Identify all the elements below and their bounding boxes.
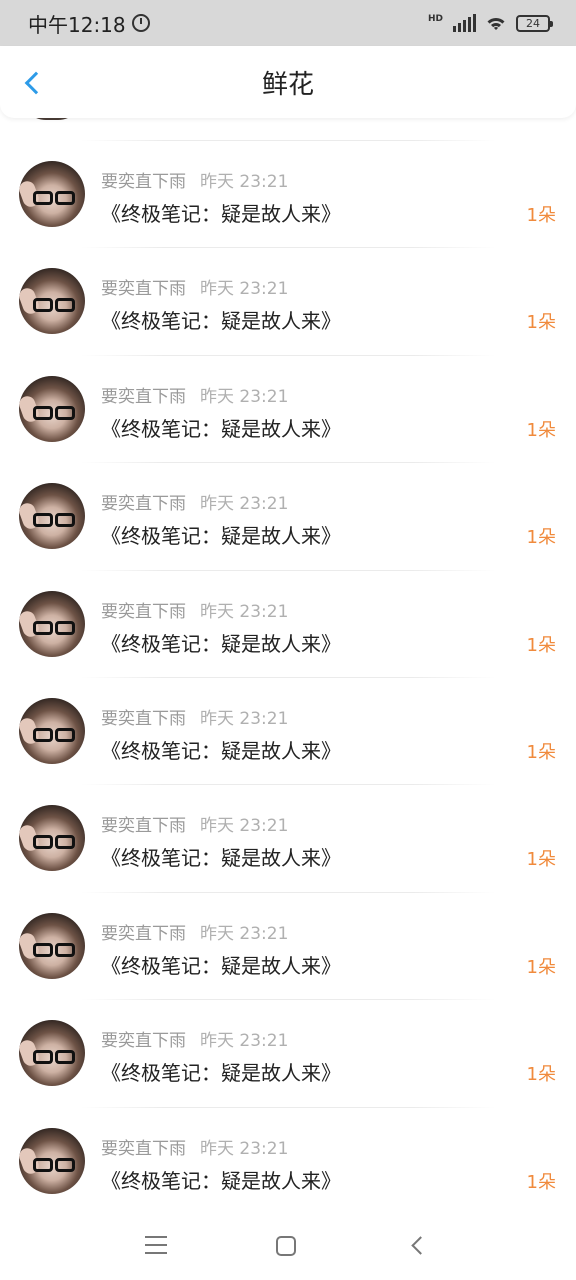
list-item[interactable]: 要奕直下雨 昨天 23:21 《终极笔记：疑是故人来》 1朵 bbox=[0, 999, 576, 1106]
flower-record-list: 要奕直下雨 昨天 23:21 《终极笔记：疑是故人来》 1朵 要奕直下雨 昨天 23… bbox=[0, 140, 576, 1214]
flower-count: 1朵 bbox=[526, 527, 556, 549]
timestamp: 昨天 23:21 bbox=[200, 494, 289, 515]
alarm-icon bbox=[131, 14, 150, 32]
user-name[interactable]: 要奕直下雨 bbox=[101, 494, 186, 514]
avatar[interactable] bbox=[19, 483, 85, 550]
list-item[interactable]: 要奕直下雨 昨天 23:21 《终极笔记：疑是故人来》 1朵 bbox=[0, 1106, 576, 1214]
timestamp: 昨天 23:21 bbox=[200, 1138, 289, 1159]
avatar[interactable] bbox=[19, 268, 85, 335]
book-title: 《终极笔记：疑是故人来》 bbox=[101, 202, 341, 226]
item-meta: 要奕直下雨 昨天 23:21 bbox=[101, 382, 288, 407]
network-type: HD bbox=[427, 14, 443, 24]
system-nav-bar bbox=[0, 1212, 576, 1280]
divider bbox=[80, 999, 496, 1001]
page-title: 鲜花 bbox=[261, 69, 314, 100]
timestamp: 昨天 23:21 bbox=[200, 708, 289, 729]
list-item[interactable]: 要奕直下雨 昨天 23:21 《终极笔记：疑是故人来》 1朵 bbox=[0, 140, 576, 247]
user-name[interactable]: 要奕直下雨 bbox=[101, 602, 186, 622]
item-meta: 要奕直下雨 昨天 23:21 bbox=[101, 1134, 288, 1159]
avatar[interactable] bbox=[19, 161, 85, 227]
book-title: 《终极笔记：疑是故人来》 bbox=[101, 1061, 341, 1086]
user-name[interactable]: 要奕直下雨 bbox=[101, 709, 186, 729]
list-item[interactable]: 要奕直下雨 昨天 23:21 《终极笔记：疑是故人来》 1朵 bbox=[0, 569, 576, 677]
timestamp: 昨天 23:21 bbox=[200, 816, 289, 837]
timestamp: 昨天 23:21 bbox=[200, 279, 289, 300]
avatar[interactable] bbox=[19, 590, 85, 657]
item-meta: 要奕直下雨 昨天 23:21 bbox=[101, 1026, 288, 1051]
avatar[interactable] bbox=[19, 1127, 85, 1194]
back-button[interactable] bbox=[18, 66, 48, 100]
divider bbox=[80, 140, 496, 141]
divider bbox=[80, 247, 496, 249]
book-title: 《终极笔记：疑是故人来》 bbox=[101, 1168, 341, 1193]
divider bbox=[80, 891, 496, 893]
list-item[interactable]: 要奕直下雨 昨天 23:21 《终极笔记：疑是故人来》 1朵 bbox=[0, 462, 576, 569]
list-item[interactable]: 要奕直下雨 昨天 23:21 《终极笔记：疑是故人来》 1朵 bbox=[0, 784, 576, 891]
user-name[interactable]: 要奕直下雨 bbox=[101, 387, 186, 407]
item-meta: 要奕直下雨 昨天 23:21 bbox=[101, 704, 288, 729]
flower-count: 1朵 bbox=[526, 205, 556, 226]
divider bbox=[80, 569, 496, 571]
user-name[interactable]: 要奕直下雨 bbox=[101, 1031, 186, 1051]
list-item[interactable]: 要奕直下雨 昨天 23:21 《终极笔记：疑是故人来》 1朵 bbox=[0, 891, 576, 999]
item-meta: 要奕直下雨 昨天 23:21 bbox=[101, 811, 288, 836]
flower-count: 1朵 bbox=[526, 419, 556, 441]
user-name[interactable]: 要奕直下雨 bbox=[101, 816, 186, 836]
list-item[interactable]: 要奕直下雨 昨天 23:21 《终极笔记：疑是故人来》 1朵 bbox=[0, 354, 576, 462]
menu-icon[interactable] bbox=[145, 1236, 167, 1254]
book-title: 《终极笔记：疑是故人来》 bbox=[101, 309, 341, 334]
timestamp: 昨天 23:21 bbox=[200, 923, 289, 944]
item-meta: 要奕直下雨 昨天 23:21 bbox=[101, 489, 288, 514]
status-icons: HD 24 bbox=[427, 14, 553, 32]
book-title: 《终极笔记：疑是故人来》 bbox=[101, 953, 341, 978]
status-bar: 中午12:18 HD 24 bbox=[0, 0, 576, 46]
list-item[interactable]: 要奕直下雨 昨天 23:21 《终极笔记：疑是故人来》 1朵 bbox=[0, 676, 576, 784]
item-meta: 要奕直下雨 昨天 23:21 bbox=[101, 274, 288, 299]
battery-icon: 24 bbox=[516, 14, 553, 32]
timestamp: 昨天 23:21 bbox=[200, 172, 289, 192]
status-time: 中午12:18 bbox=[28, 12, 126, 37]
back-icon[interactable] bbox=[411, 1236, 430, 1255]
flower-count: 1朵 bbox=[526, 849, 556, 871]
avatar[interactable] bbox=[19, 805, 85, 872]
wifi-icon bbox=[484, 14, 508, 32]
divider bbox=[80, 676, 496, 678]
signal-icon bbox=[453, 14, 476, 32]
user-name[interactable]: 要奕直下雨 bbox=[101, 924, 186, 944]
avatar[interactable] bbox=[19, 912, 85, 979]
flower-count: 1朵 bbox=[526, 956, 556, 978]
user-name[interactable]: 要奕直下雨 bbox=[101, 1139, 186, 1159]
divider bbox=[80, 784, 496, 786]
list-item[interactable]: 要奕直下雨 昨天 23:21 《终极笔记：疑是故人来》 1朵 bbox=[0, 247, 576, 354]
book-title: 《终极笔记：疑是故人来》 bbox=[101, 631, 341, 656]
avatar[interactable] bbox=[19, 697, 85, 764]
book-title: 《终极笔记：疑是故人来》 bbox=[101, 846, 341, 871]
item-meta: 要奕直下雨 昨天 23:21 bbox=[101, 919, 288, 944]
avatar[interactable] bbox=[19, 1020, 85, 1087]
item-meta: 要奕直下雨 昨天 23:21 bbox=[101, 597, 288, 622]
divider bbox=[80, 354, 496, 356]
app-header: 鲜花 bbox=[0, 46, 576, 118]
timestamp: 昨天 23:21 bbox=[200, 1031, 289, 1052]
book-title: 《终极笔记：疑是故人来》 bbox=[101, 524, 341, 549]
book-title: 《终极笔记：疑是故人来》 bbox=[101, 416, 341, 441]
flower-count: 1朵 bbox=[526, 634, 556, 656]
home-icon[interactable] bbox=[276, 1236, 296, 1256]
divider bbox=[80, 1106, 496, 1108]
flower-count: 1朵 bbox=[526, 741, 556, 763]
flower-count: 1朵 bbox=[526, 1064, 556, 1086]
flower-count: 1朵 bbox=[526, 1171, 556, 1193]
chevron-left-icon bbox=[24, 71, 48, 95]
item-meta: 要奕直下雨 昨天 23:21 bbox=[101, 167, 288, 192]
avatar[interactable] bbox=[19, 375, 85, 442]
flower-count: 1朵 bbox=[526, 312, 556, 334]
user-name[interactable]: 要奕直下雨 bbox=[101, 279, 186, 299]
divider bbox=[80, 462, 496, 464]
book-title: 《终极笔记：疑是故人来》 bbox=[101, 738, 341, 763]
timestamp: 昨天 23:21 bbox=[200, 386, 289, 407]
timestamp: 昨天 23:21 bbox=[200, 601, 289, 622]
user-name[interactable]: 要奕直下雨 bbox=[101, 172, 186, 192]
